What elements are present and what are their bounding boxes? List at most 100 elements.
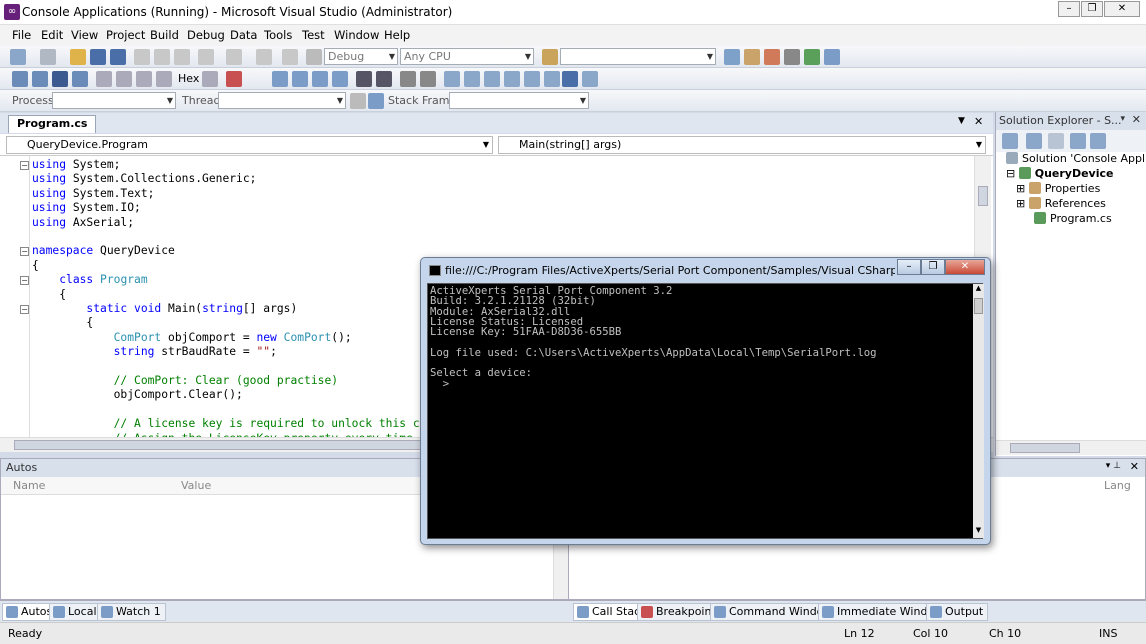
solution-config-combo[interactable]: Debug ▼ bbox=[324, 48, 398, 65]
collapse-icon[interactable]: − bbox=[20, 247, 29, 256]
open-file-icon[interactable] bbox=[70, 49, 86, 65]
member-combo[interactable]: Main(string[] args) ▼ bbox=[498, 136, 986, 154]
scroll-up-icon[interactable]: ▲ bbox=[974, 284, 983, 294]
window-options-icon[interactable] bbox=[824, 49, 840, 65]
decrease-indent-icon[interactable] bbox=[356, 71, 372, 87]
find-combo[interactable]: ▼ bbox=[560, 48, 716, 65]
step-out-icon[interactable] bbox=[156, 71, 172, 87]
bookmark-folder-prev-icon[interactable] bbox=[504, 71, 520, 87]
pin-icon[interactable]: ▾ bbox=[1120, 114, 1125, 124]
console-maximize-button[interactable]: ❐ bbox=[921, 259, 945, 275]
process-combo[interactable]: ▼ bbox=[52, 92, 176, 109]
show-all-files-icon[interactable] bbox=[1026, 133, 1042, 149]
menu-project[interactable]: Project bbox=[106, 28, 145, 42]
scroll-thumb[interactable] bbox=[978, 186, 988, 206]
show-next-statement-icon[interactable] bbox=[96, 71, 112, 87]
menu-file[interactable]: File bbox=[12, 28, 31, 42]
toolbox-icon[interactable] bbox=[784, 49, 800, 65]
collapse-icon[interactable]: ⊟ bbox=[1006, 167, 1019, 180]
expand-icon[interactable]: ⊞ bbox=[1016, 182, 1029, 195]
refresh-icon[interactable] bbox=[1048, 133, 1064, 149]
cut-icon[interactable] bbox=[134, 49, 150, 65]
console-vertical-scrollbar[interactable]: ▲ ▼ bbox=[973, 284, 984, 538]
properties-icon[interactable] bbox=[1002, 133, 1018, 149]
redo-icon[interactable] bbox=[226, 49, 242, 65]
menu-debug[interactable]: Debug bbox=[187, 28, 225, 42]
scroll-thumb[interactable] bbox=[1010, 443, 1080, 453]
column-language[interactable]: Lang bbox=[1104, 479, 1131, 492]
console-minimize-button[interactable]: – bbox=[897, 259, 921, 275]
continue-icon[interactable] bbox=[12, 71, 28, 87]
console-window[interactable]: file:///C:/Program Files/ActiveXperts/Se… bbox=[420, 257, 991, 545]
format-icon[interactable] bbox=[332, 71, 348, 87]
column-value[interactable]: Value bbox=[181, 479, 211, 492]
tab-program-cs[interactable]: Program.cs bbox=[8, 115, 97, 133]
solution-platform-combo[interactable]: Any CPU ▼ bbox=[400, 48, 534, 65]
expand-icon[interactable]: ⊞ bbox=[1016, 197, 1029, 210]
save-all-icon[interactable] bbox=[110, 49, 126, 65]
menu-test[interactable]: Test bbox=[302, 28, 325, 42]
menu-build[interactable]: Build bbox=[150, 28, 179, 42]
clear-bookmarks-icon[interactable] bbox=[582, 71, 598, 87]
object-browser-icon[interactable] bbox=[764, 49, 780, 65]
align-right-icon[interactable] bbox=[420, 71, 436, 87]
tree-item-references[interactable]: ⊞ References bbox=[1016, 197, 1106, 210]
menu-tools[interactable]: Tools bbox=[264, 28, 292, 42]
menu-help[interactable]: Help bbox=[384, 28, 410, 42]
console-close-button[interactable]: ✕ bbox=[945, 259, 985, 275]
step-over-icon[interactable] bbox=[136, 71, 152, 87]
navigate-forward-icon[interactable] bbox=[282, 49, 298, 65]
collapse-icon[interactable]: − bbox=[20, 276, 29, 285]
align-left-icon[interactable] bbox=[400, 71, 416, 87]
threads-icon[interactable] bbox=[202, 71, 218, 87]
paste-icon[interactable] bbox=[174, 49, 190, 65]
copy-icon[interactable] bbox=[154, 49, 170, 65]
menu-edit[interactable]: Edit bbox=[41, 28, 63, 42]
thread-combo[interactable]: ▼ bbox=[218, 92, 346, 109]
restart-icon[interactable] bbox=[72, 71, 88, 87]
increase-indent-icon[interactable] bbox=[376, 71, 392, 87]
step-into-icon[interactable] bbox=[116, 71, 132, 87]
minimize-button[interactable]: – bbox=[1058, 1, 1080, 17]
bookmark-clear-icon[interactable] bbox=[544, 71, 560, 87]
properties-window-icon[interactable] bbox=[744, 49, 760, 65]
bookmark-prev-icon[interactable] bbox=[464, 71, 480, 87]
scroll-thumb[interactable] bbox=[974, 298, 983, 314]
active-files-icon[interactable]: ▼ bbox=[958, 116, 965, 126]
breakpoints-icon[interactable] bbox=[226, 71, 242, 87]
tree-item-solution[interactable]: Solution 'Console Applicat bbox=[1006, 152, 1146, 165]
hex-button[interactable]: Hex bbox=[178, 72, 199, 85]
bookmark-toggle-icon[interactable] bbox=[444, 71, 460, 87]
collapse-icon[interactable]: − bbox=[20, 305, 29, 314]
menu-data[interactable]: Data bbox=[230, 28, 257, 42]
tab-output[interactable]: Output bbox=[926, 603, 989, 621]
new-project-icon[interactable] bbox=[10, 49, 26, 65]
uncomment-icon[interactable] bbox=[292, 71, 308, 87]
comment-icon[interactable] bbox=[272, 71, 288, 87]
collapse-icon[interactable]: − bbox=[20, 161, 29, 170]
close-tab-icon[interactable]: ✕ bbox=[974, 115, 983, 128]
menu-view[interactable]: View bbox=[71, 28, 98, 42]
start-page-icon[interactable] bbox=[804, 49, 820, 65]
start-debugging-icon[interactable] bbox=[306, 49, 322, 65]
bookmark-next-icon[interactable] bbox=[484, 71, 500, 87]
pin-icon[interactable]: ▾ ⊥ bbox=[1106, 461, 1121, 471]
tree-item-project[interactable]: ⊟ QueryDevice bbox=[1006, 167, 1113, 180]
undo-icon[interactable] bbox=[198, 49, 214, 65]
bookmark-folder-next-icon[interactable] bbox=[524, 71, 540, 87]
close-button[interactable]: ✕ bbox=[1104, 1, 1140, 17]
close-icon[interactable]: ✕ bbox=[1132, 113, 1141, 126]
stack-frame-combo[interactable]: ▼ bbox=[449, 92, 589, 109]
stop-debugging-icon[interactable] bbox=[52, 71, 68, 87]
save-icon[interactable] bbox=[90, 49, 106, 65]
bookmark-icon[interactable] bbox=[312, 71, 328, 87]
scroll-down-icon[interactable]: ▼ bbox=[974, 526, 983, 536]
add-item-icon[interactable] bbox=[40, 49, 56, 65]
tree-item-program-cs[interactable]: Program.cs bbox=[1034, 212, 1112, 225]
menu-window[interactable]: Window bbox=[334, 28, 379, 42]
maximize-button[interactable]: ❐ bbox=[1081, 1, 1103, 17]
solution-horizontal-scrollbar[interactable] bbox=[996, 440, 1146, 455]
filter-icon[interactable] bbox=[350, 93, 366, 109]
tab-watch-1[interactable]: Watch 1 bbox=[97, 603, 166, 621]
tree-item-properties[interactable]: ⊞ Properties bbox=[1016, 182, 1100, 195]
